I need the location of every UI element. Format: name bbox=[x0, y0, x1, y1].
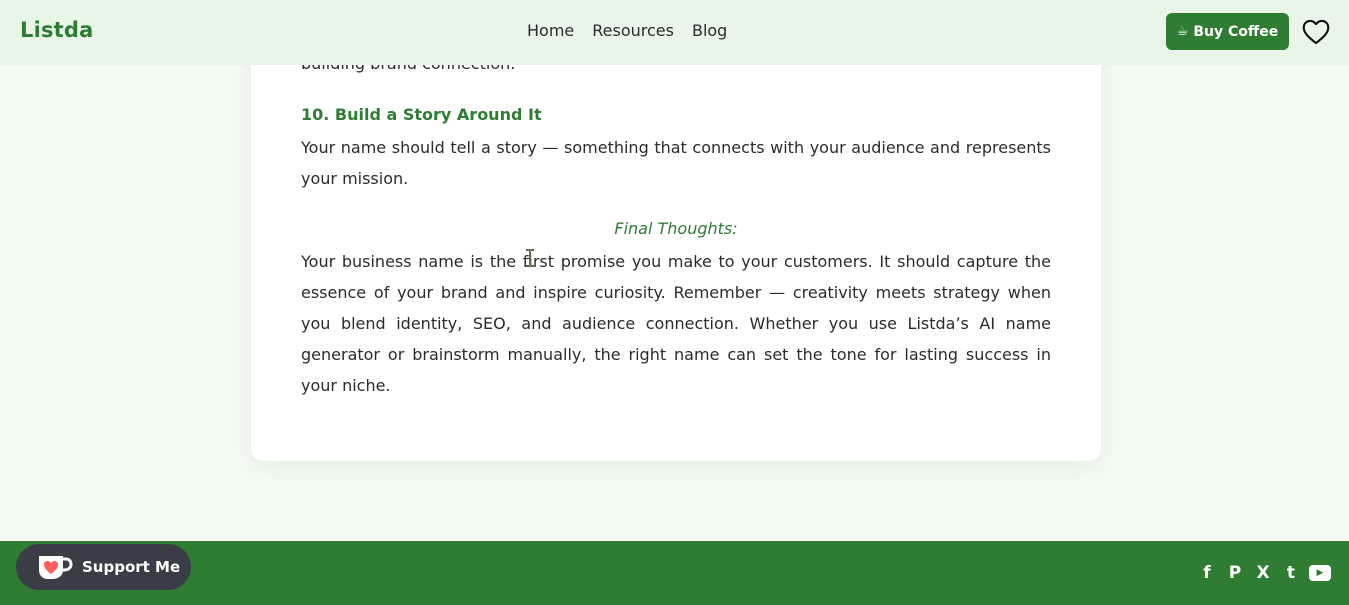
site-header: Listda Home Resources Blog ☕ Buy Coffee bbox=[0, 0, 1349, 65]
x-icon[interactable]: X bbox=[1253, 562, 1273, 584]
buy-coffee-label: Buy Coffee bbox=[1193, 23, 1279, 40]
main-nav: Home Resources Blog bbox=[527, 21, 727, 40]
nav-blog[interactable]: Blog bbox=[692, 21, 727, 40]
section-paragraph: Your name should tell a story — somethin… bbox=[301, 138, 1051, 188]
buy-coffee-button[interactable]: ☕ Buy Coffee bbox=[1166, 13, 1289, 50]
final-thoughts-heading: Final Thoughts: bbox=[614, 219, 738, 238]
coffee-cup-icon: ☕ bbox=[1176, 24, 1189, 39]
social-links: f P X t ▶ bbox=[1197, 562, 1331, 584]
nav-resources[interactable]: Resources bbox=[592, 21, 674, 40]
heart-outline-icon[interactable] bbox=[1302, 19, 1330, 45]
nav-home[interactable]: Home bbox=[527, 21, 574, 40]
youtube-icon[interactable]: ▶ bbox=[1309, 565, 1331, 581]
facebook-icon[interactable]: f bbox=[1197, 562, 1217, 584]
site-logo[interactable]: Listda bbox=[20, 18, 94, 42]
tumblr-icon[interactable]: t bbox=[1281, 562, 1301, 584]
pinterest-icon[interactable]: P bbox=[1225, 562, 1245, 584]
section-heading: 10. Build a Story Around It bbox=[301, 105, 542, 124]
kofi-cup-icon bbox=[39, 556, 73, 579]
support-me-label: Support Me bbox=[82, 558, 181, 576]
text-cursor-icon bbox=[526, 249, 534, 267]
site-footer: Support Me f P X t ▶ bbox=[0, 541, 1349, 605]
support-me-button[interactable]: Support Me bbox=[16, 544, 191, 590]
final-thoughts-paragraph: Your business name is the first promise … bbox=[301, 252, 1051, 395]
